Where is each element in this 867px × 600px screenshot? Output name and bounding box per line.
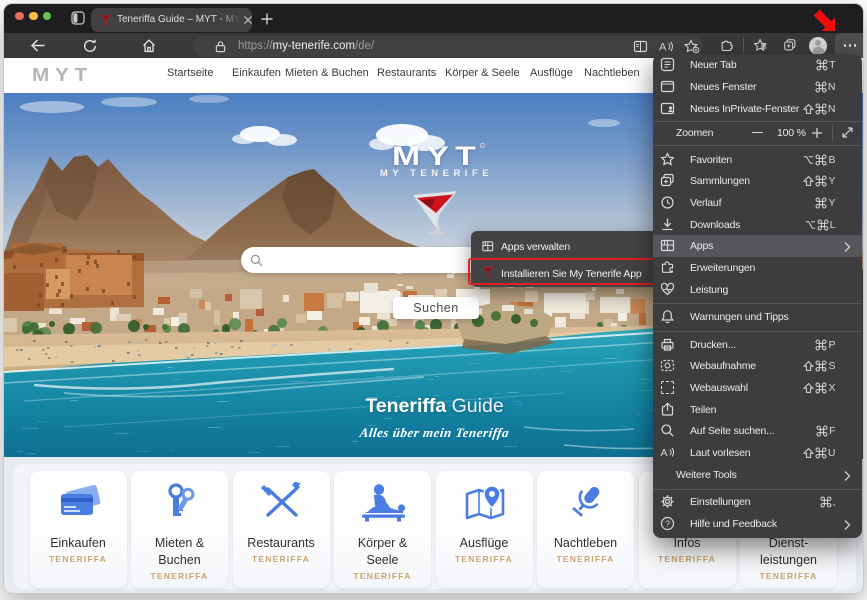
svg-text:A: A (659, 42, 667, 54)
svg-text:A: A (661, 447, 668, 459)
svg-text:?: ? (665, 519, 670, 529)
